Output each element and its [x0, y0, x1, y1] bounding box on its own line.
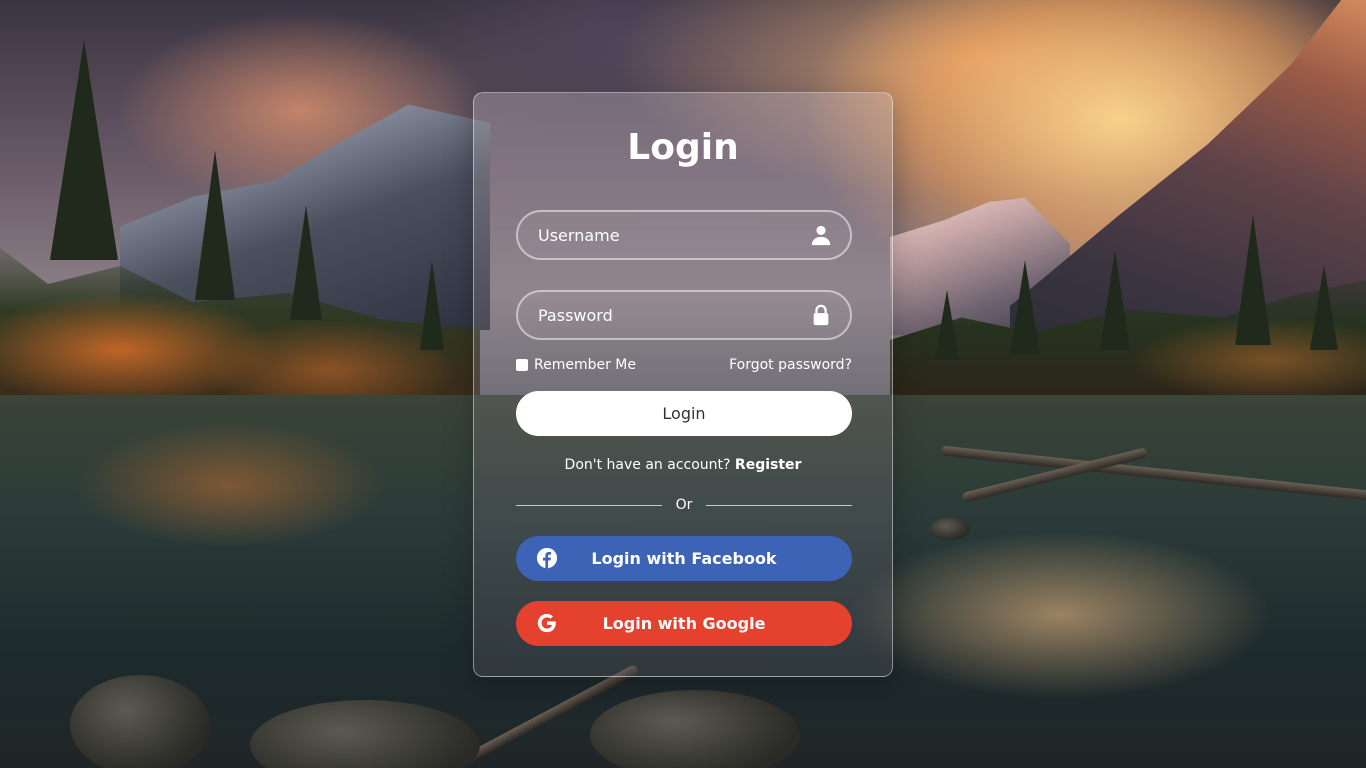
- divider-line-right: [706, 504, 852, 506]
- login-title: Login: [627, 127, 739, 168]
- pine-tree: [935, 290, 959, 360]
- facebook-icon: [536, 547, 558, 569]
- divider-line-left: [516, 504, 662, 506]
- pine-tree: [420, 260, 444, 350]
- google-icon: [537, 613, 556, 633]
- pine-tree: [50, 40, 118, 260]
- pine-tree: [1010, 260, 1040, 355]
- rock: [930, 518, 970, 540]
- pine-tree: [1100, 250, 1130, 350]
- pine-tree: [290, 205, 322, 320]
- username-input[interactable]: [518, 225, 810, 245]
- pine-tree: [1310, 265, 1338, 350]
- remember-me[interactable]: Remember Me: [516, 357, 636, 373]
- password-field[interactable]: [516, 290, 852, 340]
- pine-tree: [1235, 215, 1271, 345]
- login-options-row: Remember Me Forgot password?: [516, 355, 852, 375]
- rock: [70, 675, 210, 768]
- remember-me-checkbox[interactable]: [516, 359, 528, 371]
- divider-text: Or: [675, 497, 693, 513]
- google-login-button[interactable]: Login with Google: [516, 601, 852, 646]
- user-icon: [811, 225, 831, 246]
- login-card: Login Remember Me Forgot password? Login…: [473, 92, 893, 677]
- remember-me-label: Remember Me: [534, 357, 636, 373]
- lock-icon: [813, 304, 829, 326]
- google-button-label: Login with Google: [602, 614, 766, 633]
- facebook-login-button[interactable]: Login with Facebook: [516, 536, 852, 581]
- pine-tree: [195, 150, 235, 300]
- username-field[interactable]: [516, 210, 852, 260]
- facebook-button-label: Login with Facebook: [591, 549, 777, 568]
- register-link[interactable]: Register: [735, 457, 802, 473]
- forgot-password-link[interactable]: Forgot password?: [729, 357, 852, 373]
- register-prompt: Don't have an account? Register: [474, 457, 892, 473]
- no-account-text: Don't have an account?: [564, 457, 731, 473]
- password-input[interactable]: [518, 305, 810, 325]
- or-divider: Or: [516, 495, 852, 515]
- login-button[interactable]: Login: [516, 391, 852, 436]
